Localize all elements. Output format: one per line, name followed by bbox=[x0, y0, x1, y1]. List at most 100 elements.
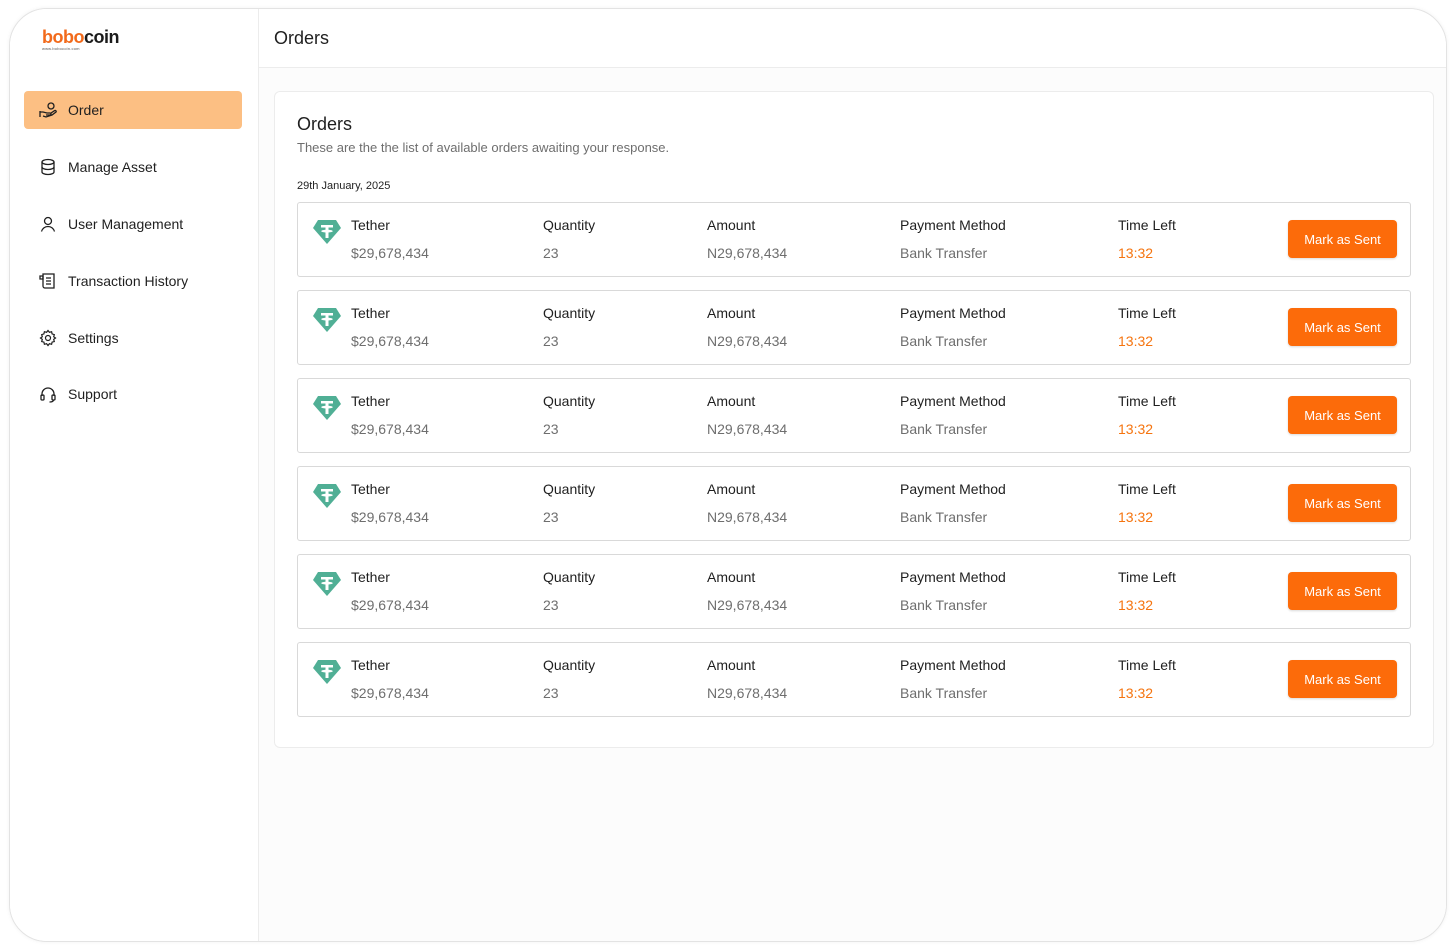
time-left-value: 13:32 bbox=[1118, 421, 1154, 437]
quantity-label: Quantity bbox=[543, 217, 596, 233]
quantity-value: 23 bbox=[543, 685, 559, 701]
order-row: Tether $29,678,434 Quantity 23 Amount N2… bbox=[297, 378, 1411, 453]
quantity-value: 23 bbox=[543, 333, 559, 349]
time-left-value: 13:32 bbox=[1118, 245, 1154, 261]
payment-method-cell: Payment Method Bank Transfer bbox=[900, 481, 1006, 525]
payment-method-cell: Payment Method Bank Transfer bbox=[900, 657, 1006, 701]
amount-value: N29,678,434 bbox=[707, 597, 788, 613]
amount-cell: Amount N29,678,434 bbox=[707, 657, 787, 701]
asset-cell: Tether $29,678,434 bbox=[351, 481, 429, 525]
payment-method-label: Payment Method bbox=[900, 657, 1006, 673]
sidebar-item-support[interactable]: Support bbox=[24, 375, 242, 413]
sidebar-item-label: Order bbox=[68, 102, 104, 118]
payment-method-cell: Payment Method Bank Transfer bbox=[900, 305, 1006, 349]
time-left-value: 13:32 bbox=[1118, 685, 1154, 701]
orders-card-title: Orders bbox=[297, 114, 353, 134]
amount-value: N29,678,434 bbox=[707, 509, 788, 525]
payment-method-label: Payment Method bbox=[900, 481, 1006, 497]
mark-as-sent-button[interactable]: Mark as Sent bbox=[1288, 660, 1397, 698]
asset-price: $29,678,434 bbox=[351, 685, 429, 701]
quantity-value: 23 bbox=[543, 509, 559, 525]
sidebar-item-label: Settings bbox=[68, 330, 119, 346]
time-left-cell: Time Left 13:32 bbox=[1118, 217, 1176, 261]
tether-icon bbox=[312, 218, 342, 246]
order-row: Tether $29,678,434 Quantity 23 Amount N2… bbox=[297, 290, 1411, 365]
time-left-label: Time Left bbox=[1118, 657, 1176, 673]
asset-price: $29,678,434 bbox=[351, 597, 429, 613]
tether-icon bbox=[312, 394, 342, 422]
mark-as-sent-button[interactable]: Mark as Sent bbox=[1288, 220, 1397, 258]
quantity-label: Quantity bbox=[543, 305, 596, 321]
payment-method-label: Payment Method bbox=[900, 393, 1006, 409]
quantity-cell: Quantity 23 bbox=[543, 481, 595, 525]
payment-method-value: Bank Transfer bbox=[900, 421, 988, 437]
mark-as-sent-button[interactable]: Mark as Sent bbox=[1288, 484, 1397, 522]
payment-method-cell: Payment Method Bank Transfer bbox=[900, 393, 1006, 437]
orders-date: 29th January, 2025 bbox=[297, 180, 391, 192]
time-left-cell: Time Left 13:32 bbox=[1118, 305, 1176, 349]
quantity-value: 23 bbox=[543, 421, 559, 437]
order-row: Tether $29,678,434 Quantity 23 Amount N2… bbox=[297, 466, 1411, 541]
mark-as-sent-button[interactable]: Mark as Sent bbox=[1288, 308, 1397, 346]
asset-price: $29,678,434 bbox=[351, 245, 429, 261]
amount-value: N29,678,434 bbox=[707, 245, 788, 261]
asset-name: Tether bbox=[351, 569, 390, 585]
order-row: Tether $29,678,434 Quantity 23 Amount N2… bbox=[297, 554, 1411, 629]
time-left-label: Time Left bbox=[1118, 569, 1176, 585]
quantity-label: Quantity bbox=[543, 657, 596, 673]
hand-coin-icon bbox=[38, 100, 58, 120]
payment-method-value: Bank Transfer bbox=[900, 333, 988, 349]
user-icon bbox=[38, 214, 58, 234]
quantity-label: Quantity bbox=[543, 569, 596, 585]
quantity-cell: Quantity 23 bbox=[543, 305, 595, 349]
payment-method-value: Bank Transfer bbox=[900, 509, 988, 525]
gear-icon bbox=[38, 328, 58, 348]
logo[interactable]: bobocoin www.bobocoin.com bbox=[42, 27, 120, 51]
quantity-value: 23 bbox=[543, 597, 559, 613]
time-left-label: Time Left bbox=[1118, 393, 1176, 409]
sidebar-item-order[interactable]: Order bbox=[24, 91, 242, 129]
order-row: Tether $29,678,434 Quantity 23 Amount N2… bbox=[297, 202, 1411, 277]
sidebar-item-manage-asset[interactable]: Manage Asset bbox=[24, 148, 242, 186]
logo-url: www.bobocoin.com bbox=[42, 46, 80, 51]
asset-name: Tether bbox=[351, 393, 390, 409]
asset-cell: Tether $29,678,434 bbox=[351, 305, 429, 349]
logo-wordmark: bobocoin bbox=[42, 27, 120, 47]
amount-label: Amount bbox=[707, 217, 756, 233]
mark-as-sent-button[interactable]: Mark as Sent bbox=[1288, 572, 1397, 610]
tether-icon bbox=[312, 658, 342, 686]
database-icon bbox=[38, 157, 58, 177]
time-left-label: Time Left bbox=[1118, 217, 1176, 233]
orders-card-subtitle: These are the the list of available orde… bbox=[297, 140, 670, 155]
amount-label: Amount bbox=[707, 657, 756, 673]
sidebar-item-settings[interactable]: Settings bbox=[24, 319, 242, 357]
payment-method-label: Payment Method bbox=[900, 569, 1006, 585]
time-left-value: 13:32 bbox=[1118, 509, 1154, 525]
payment-method-cell: Payment Method Bank Transfer bbox=[900, 569, 1006, 613]
payment-method-label: Payment Method bbox=[900, 305, 1006, 321]
amount-cell: Amount N29,678,434 bbox=[707, 305, 787, 349]
amount-value: N29,678,434 bbox=[707, 421, 788, 437]
asset-name: Tether bbox=[351, 657, 390, 673]
asset-price: $29,678,434 bbox=[351, 421, 429, 437]
time-left-label: Time Left bbox=[1118, 305, 1176, 321]
sidebar-item-user-management[interactable]: User Management bbox=[24, 205, 242, 243]
quantity-cell: Quantity 23 bbox=[543, 393, 595, 437]
amount-cell: Amount N29,678,434 bbox=[707, 569, 787, 613]
amount-cell: Amount N29,678,434 bbox=[707, 393, 787, 437]
mark-as-sent-button[interactable]: Mark as Sent bbox=[1288, 396, 1397, 434]
asset-price: $29,678,434 bbox=[351, 509, 429, 525]
quantity-cell: Quantity 23 bbox=[543, 569, 595, 613]
asset-name: Tether bbox=[351, 305, 390, 321]
amount-label: Amount bbox=[707, 569, 756, 585]
tether-icon bbox=[312, 570, 342, 598]
headset-icon bbox=[38, 384, 58, 404]
payment-method-label: Payment Method bbox=[900, 217, 1006, 233]
time-left-cell: Time Left 13:32 bbox=[1118, 393, 1176, 437]
time-left-value: 13:32 bbox=[1118, 597, 1154, 613]
amount-value: N29,678,434 bbox=[707, 333, 788, 349]
payment-method-value: Bank Transfer bbox=[900, 597, 988, 613]
sidebar-item-transaction-history[interactable]: Transaction History bbox=[24, 262, 242, 300]
asset-name: Tether bbox=[351, 481, 390, 497]
tether-icon bbox=[312, 306, 342, 334]
